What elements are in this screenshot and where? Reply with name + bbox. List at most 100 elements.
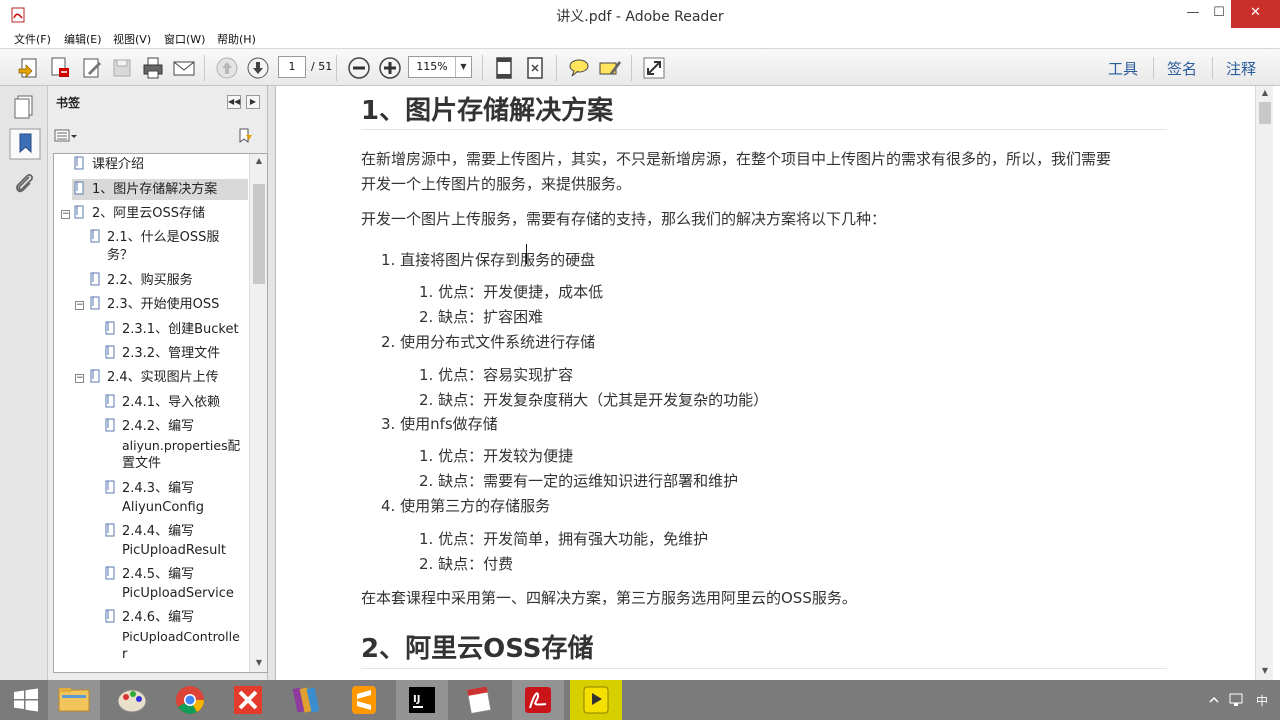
winrar-icon[interactable]: [280, 680, 332, 720]
mail-icon[interactable]: [454, 680, 506, 720]
previous-page-icon[interactable]: [214, 55, 240, 81]
collapse-toggle-icon[interactable]: −: [75, 374, 84, 383]
list-item: 4. 使用第三方的存储服务: [381, 497, 551, 515]
bookmarks-toolbar: [48, 122, 268, 150]
bookmark-item-cont[interactable]: 务？: [107, 247, 133, 265]
bookmark-item[interactable]: 2.3.2、管理文件: [122, 345, 220, 363]
media-player-icon[interactable]: [570, 680, 622, 720]
xmind-icon[interactable]: [222, 680, 274, 720]
main-toolbar: 1 / 51 115% ▼ 工具 签名 注释: [0, 48, 1280, 86]
toolbar-separator: [482, 55, 483, 81]
bookmark-item-cont[interactable]: PicUploadControlle: [122, 628, 240, 646]
bookmark-item-cont[interactable]: AliyunConfig: [122, 499, 204, 517]
comment-bubble-icon[interactable]: [566, 55, 592, 81]
bookmark-item[interactable]: 2.3、开始使用OSS: [107, 296, 219, 314]
collapse-toggle-icon[interactable]: −: [75, 301, 84, 310]
bookmarks-scrollbar[interactable]: ▲ ▼: [249, 154, 267, 672]
text-cursor: [526, 244, 527, 264]
start-icon[interactable]: [0, 680, 52, 720]
bookmark-item[interactable]: 2.4.1、导入依赖: [122, 394, 220, 412]
adobe-reader-icon[interactable]: [512, 680, 564, 720]
bookmark-options-icon[interactable]: [54, 128, 78, 144]
sublime-icon[interactable]: [338, 680, 390, 720]
paint-icon[interactable]: [106, 680, 158, 720]
bookmarks-panel: 书签 ◀◀ ▶ 课程介绍 1、图片存储解决方案 − 2、阿里云OSS存储 2.1…: [48, 86, 268, 680]
edit-icon[interactable]: [79, 55, 105, 81]
page-thumbnails-icon[interactable]: [9, 90, 41, 122]
menu-view[interactable]: 视图(V): [113, 31, 151, 47]
menu-window[interactable]: 窗口(W): [164, 31, 205, 47]
network-icon[interactable]: [1228, 692, 1246, 708]
bookmark-icon: [105, 418, 115, 432]
bookmark-item[interactable]: 课程介绍: [92, 156, 144, 174]
bookmark-item[interactable]: 2.4.3、编写: [122, 480, 194, 498]
zoom-out-icon[interactable]: [346, 55, 372, 81]
scrollbar-thumb[interactable]: [1259, 102, 1271, 124]
navigation-pane-strip: [0, 86, 48, 680]
attachments-icon[interactable]: [9, 168, 41, 200]
comment-button[interactable]: 注释: [1226, 58, 1256, 79]
input-method-indicator[interactable]: 中: [1256, 692, 1268, 709]
panel-splitter[interactable]: [268, 86, 276, 680]
bookmark-item[interactable]: 2.3.1、创建Bucket: [122, 321, 239, 339]
bookmark-item-cont[interactable]: aliyun.properties配: [122, 437, 240, 455]
expand-bookmark-icon[interactable]: [236, 127, 254, 145]
bookmarks-icon[interactable]: [9, 128, 41, 160]
zoom-select[interactable]: 115% ▼: [408, 56, 472, 78]
scroll-up-icon[interactable]: ▲: [1256, 86, 1274, 100]
bookmark-item-cont[interactable]: 置文件: [122, 455, 161, 473]
menu-file[interactable]: 文件(F): [14, 31, 51, 47]
bookmark-item-cont[interactable]: PicUploadService: [122, 585, 234, 603]
create-pdf-icon[interactable]: [47, 55, 73, 81]
scroll-down-icon[interactable]: ▼: [1256, 664, 1274, 678]
full-screen-icon[interactable]: [522, 55, 548, 81]
bookmark-item[interactable]: 2.4、实现图片上传: [107, 369, 219, 387]
bookmark-item-cont[interactable]: r: [122, 646, 127, 664]
document-scrollbar[interactable]: ▲ ▼: [1255, 86, 1273, 680]
email-icon[interactable]: [171, 55, 197, 81]
fit-page-icon[interactable]: [491, 55, 517, 81]
collapse-toggle-icon[interactable]: −: [61, 210, 70, 219]
bookmark-item[interactable]: 2.2、购买服务: [107, 272, 193, 290]
heading-2: 2、阿里云OSS存储: [361, 634, 594, 664]
next-page-icon[interactable]: [245, 55, 271, 81]
menu-help[interactable]: 帮助(H): [217, 31, 256, 47]
scroll-up-icon[interactable]: ▲: [250, 154, 267, 168]
tools-button[interactable]: 工具: [1108, 58, 1138, 79]
zoom-in-icon[interactable]: [377, 55, 403, 81]
bookmark-item-cont[interactable]: PicUploadResult: [122, 542, 226, 560]
bookmark-item[interactable]: 2、阿里云OSS存储: [92, 205, 205, 223]
sub-list-item: 1. 优点：开发简单，拥有强大功能，免维护: [419, 530, 709, 548]
panel-next-icon[interactable]: ▶: [246, 95, 260, 109]
chrome-icon[interactable]: [164, 680, 216, 720]
bookmarks-title: 书签: [56, 96, 81, 110]
highlight-icon[interactable]: [597, 55, 623, 81]
sign-button[interactable]: 签名: [1167, 58, 1197, 79]
chevron-up-icon[interactable]: [1208, 694, 1220, 706]
collapse-panel-icon[interactable]: ◀◀: [227, 95, 241, 109]
page-number-input[interactable]: 1: [278, 56, 306, 78]
file-explorer-icon[interactable]: [48, 680, 100, 720]
paragraph-line: 在新增房源中，需要上传图片，其实，不只是新增房源，在整个项目中上传图片的需求有很…: [361, 150, 1112, 168]
page-total: / 51: [311, 60, 333, 73]
bookmark-item[interactable]: 2.4.2、编写: [122, 418, 194, 436]
bookmark-item-selected[interactable]: 1、图片存储解决方案: [92, 181, 217, 199]
save-icon[interactable]: [109, 55, 135, 81]
print-icon[interactable]: [140, 55, 166, 81]
scrollbar-thumb[interactable]: [253, 184, 265, 284]
chevron-down-icon[interactable]: ▼: [455, 57, 471, 77]
bookmark-item[interactable]: 2.4.6、编写: [122, 609, 194, 627]
sub-list-item: 1. 优点：容易实现扩容: [419, 366, 574, 384]
close-button[interactable]: ✕: [1231, 0, 1280, 28]
scroll-down-icon[interactable]: ▼: [250, 656, 267, 670]
bookmark-item[interactable]: 2.4.4、编写: [122, 523, 194, 541]
bookmark-item[interactable]: 2.4.5、编写: [122, 566, 194, 584]
bookmark-icon: [74, 205, 84, 219]
expand-icon[interactable]: [641, 55, 667, 81]
bookmark-item[interactable]: 2.1、什么是OSS服: [107, 229, 219, 247]
toolbar-separator: [1153, 57, 1154, 79]
open-file-icon[interactable]: [16, 55, 42, 81]
menu-edit[interactable]: 编辑(E): [64, 31, 102, 47]
maximize-button[interactable]: ☐: [1204, 0, 1234, 28]
intellij-icon[interactable]: IJ: [396, 680, 448, 720]
